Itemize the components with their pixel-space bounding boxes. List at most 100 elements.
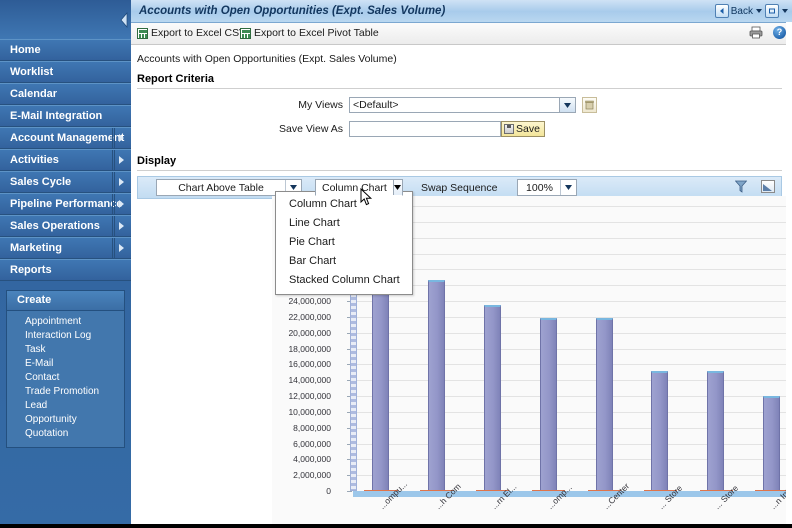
chart-gridline <box>353 316 792 318</box>
create-link-appointment[interactable]: Appointment <box>7 315 124 328</box>
create-link-task[interactable]: Task <box>7 343 124 356</box>
window-menu-chevron-down-icon[interactable] <box>782 9 788 13</box>
delete-view-button[interactable] <box>582 97 597 113</box>
chart-bar-rect <box>427 280 445 491</box>
display-heading: Display <box>137 155 177 167</box>
create-link-lead[interactable]: Lead <box>7 399 124 412</box>
page-title: Accounts with Open Opportunities (Expt. … <box>139 5 446 17</box>
chevron-left-icon[interactable] <box>118 8 130 32</box>
menu-item-pie-chart[interactable]: Pie Chart <box>276 233 412 252</box>
save-view-as-input[interactable] <box>349 121 501 137</box>
sidebar-item-sales-operations[interactable]: Sales Operations <box>0 215 131 237</box>
chart-bar[interactable] <box>427 280 445 491</box>
export-to-excel-csv-button[interactable]: Export to Excel CSV <box>137 23 246 44</box>
sidebar-item-marketing[interactable]: Marketing <box>0 237 131 259</box>
create-link-quotation[interactable]: Quotation <box>7 427 124 440</box>
chevron-down-icon[interactable] <box>392 180 402 195</box>
create-panel-body: Appointment Interaction Log Task E-Mail … <box>7 311 124 447</box>
filter-icon[interactable] <box>734 180 748 193</box>
chart-image-icon[interactable] <box>761 180 775 193</box>
create-link-contact[interactable]: Contact <box>7 371 124 384</box>
chart-bar[interactable] <box>539 318 557 491</box>
help-icon[interactable]: ? <box>773 26 786 39</box>
export-pivot-label: Export to Excel Pivot Table <box>254 27 379 39</box>
chart-type-dropdown-menu[interactable]: Column Chart Line Chart Pie Chart Bar Ch… <box>275 191 413 295</box>
sidebar-item-activities[interactable]: Activities <box>0 149 131 171</box>
main-content: Accounts with Open Opportunities (Expt. … <box>131 0 792 528</box>
chart-bar-rect <box>651 370 669 491</box>
zoom-level-select[interactable]: 100% <box>517 179 578 196</box>
chart-gridline <box>353 285 792 287</box>
my-views-row: My Views <Default> <box>131 95 792 115</box>
sidebar-item-label: Sales Operations <box>10 220 100 232</box>
sidebar-item-home[interactable]: Home <box>0 39 131 61</box>
swap-sequence-button[interactable]: Swap Sequence <box>421 182 497 194</box>
chart-gridline <box>353 475 792 477</box>
chart-gridline <box>353 332 792 334</box>
create-panel: Create Appointment Interaction Log Task … <box>6 290 125 448</box>
chevron-right-icon[interactable] <box>112 128 127 148</box>
chart-gridline <box>353 380 792 382</box>
chevron-right-icon[interactable] <box>112 172 127 192</box>
chart-gridline <box>353 411 792 413</box>
window-restore-icon[interactable] <box>765 4 779 18</box>
sidebar-item-label: Sales Cycle <box>10 176 72 188</box>
chart-bar[interactable] <box>763 396 781 491</box>
sidebar-item-sales-cycle[interactable]: Sales Cycle <box>0 171 131 193</box>
chart-type-select[interactable]: Column Chart <box>315 179 403 196</box>
sidebar-item-calendar[interactable]: Calendar <box>0 83 131 105</box>
create-link-opportunity[interactable]: Opportunity <box>7 413 124 426</box>
y-axis-tick-label: 10,000,000 <box>288 406 331 417</box>
y-axis-tick-label: 8,000,000 <box>293 422 331 433</box>
chart-bar[interactable] <box>707 370 725 491</box>
sidebar-item-label: Calendar <box>10 88 58 100</box>
chevron-right-icon[interactable] <box>112 150 127 170</box>
y-axis-tick-mark <box>347 491 352 492</box>
create-link-email[interactable]: E-Mail <box>7 357 124 370</box>
y-axis-tick-label: 16,000,000 <box>288 359 331 370</box>
chart-bar[interactable] <box>595 318 613 491</box>
y-axis-tick-label: 24,000,000 <box>288 296 331 306</box>
chevron-down-icon[interactable] <box>559 98 575 112</box>
sidebar-item-email-integration[interactable]: E-Mail Integration <box>0 105 131 127</box>
chart-bar-rect <box>763 396 781 491</box>
create-link-interaction-log[interactable]: Interaction Log <box>7 329 124 342</box>
y-axis-tick-label: 0 <box>326 486 331 496</box>
sidebar-item-label: Pipeline Performance <box>10 198 123 210</box>
chart-gridline <box>353 443 792 445</box>
my-views-select[interactable]: <Default> <box>349 97 576 113</box>
chart-gridline <box>353 427 792 429</box>
sidebar-item-pipeline-performance[interactable]: Pipeline Performance <box>0 193 131 215</box>
back-button[interactable]: Back <box>714 4 753 18</box>
create-link-trade-promotion[interactable]: Trade Promotion <box>7 385 124 398</box>
chart-bar[interactable] <box>651 370 669 491</box>
menu-item-stacked-column-chart[interactable]: Stacked Column Chart <box>276 271 412 290</box>
menu-item-bar-chart[interactable]: Bar Chart <box>276 252 412 271</box>
back-history-chevron-down-icon[interactable] <box>756 9 762 13</box>
chart-gridline <box>353 269 792 271</box>
title-bar-actions: Back <box>714 0 788 22</box>
report-name: Accounts with Open Opportunities (Expt. … <box>137 53 397 65</box>
chart-gridline <box>353 237 792 239</box>
export-to-excel-pivot-table-button[interactable]: Export to Excel Pivot Table <box>240 23 379 44</box>
application-window: Home Worklist Calendar E-Mail Integratio… <box>0 0 792 528</box>
menu-item-line-chart[interactable]: Line Chart <box>276 214 412 233</box>
menu-item-column-chart[interactable]: Column Chart <box>276 195 412 214</box>
save-view-as-label: Save View As <box>278 123 343 135</box>
chevron-right-icon[interactable] <box>112 216 127 236</box>
save-view-button[interactable]: Save <box>501 121 545 137</box>
create-panel-header: Create <box>7 291 124 311</box>
sidebar-item-reports[interactable]: Reports <box>0 259 131 281</box>
chevron-down-icon[interactable] <box>560 180 577 195</box>
sidebar-item-account-management[interactable]: Account Management <box>0 127 131 149</box>
sidebar-item-worklist[interactable]: Worklist <box>0 61 131 83</box>
printer-icon[interactable] <box>749 26 763 39</box>
my-views-label: My Views <box>298 99 343 111</box>
chevron-right-icon[interactable] <box>112 194 127 214</box>
chevron-right-icon[interactable] <box>112 238 127 258</box>
y-axis-tick-label: 22,000,000 <box>288 311 331 322</box>
window-title-bar: Accounts with Open Opportunities (Expt. … <box>131 0 792 23</box>
sidebar-item-label: Activities <box>10 154 59 166</box>
chart-gridline <box>353 396 792 397</box>
chart-bar[interactable] <box>483 304 501 491</box>
